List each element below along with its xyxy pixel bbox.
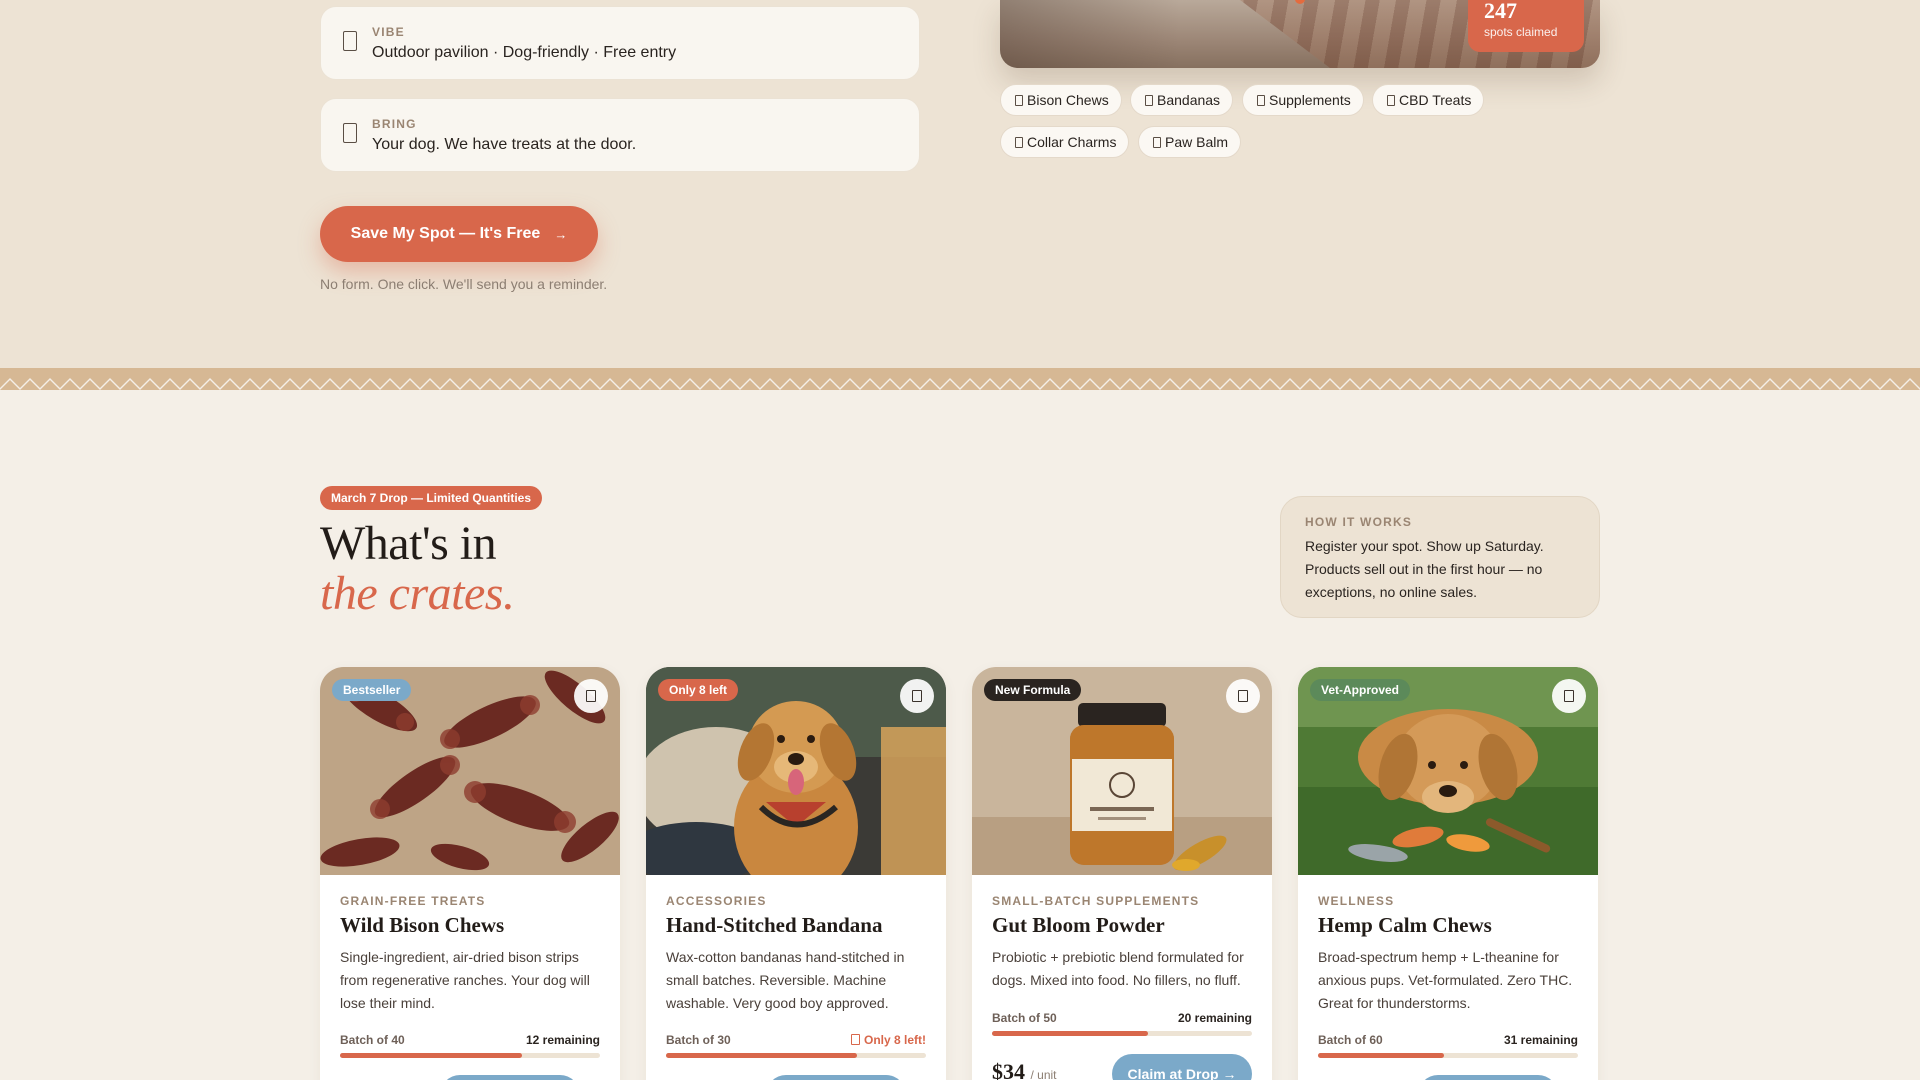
cta-note: No form. One click. We'll send you a rem… xyxy=(320,276,608,292)
batch-progress-bar xyxy=(992,1031,1252,1036)
product-name: Hemp Calm Chews xyxy=(1318,913,1492,937)
claim-button[interactable]: Claim at Drop → xyxy=(1112,1054,1252,1080)
chip-cbd-treats[interactable]: CBD Treats xyxy=(1372,84,1485,116)
spots-label: spots claimed xyxy=(1484,25,1558,39)
spots-claimed-badge: 247 spots claimed xyxy=(1468,0,1584,52)
document-icon xyxy=(343,123,357,143)
tag-icon xyxy=(1257,94,1265,106)
save-spot-button[interactable]: Save My Spot — It's Free → xyxy=(320,206,598,262)
how-text: Register your spot. Show up Saturday. Pr… xyxy=(1305,538,1544,600)
batch-size: Batch of 40 xyxy=(340,1033,405,1047)
chip-bandanas[interactable]: Bandanas xyxy=(1130,84,1234,116)
product-badge: New Formula xyxy=(984,679,1082,701)
price-amount: $34 xyxy=(992,1059,1025,1080)
save-spot-label: Save My Spot — It's Free xyxy=(350,225,541,242)
spots-count: 247 xyxy=(1484,0,1517,23)
how-it-works-card: HOW IT WORKS Register your spot. Show up… xyxy=(1280,496,1600,618)
product-image-hemp-calm: Vet-Approved xyxy=(1298,667,1598,875)
arrow-right-icon: → xyxy=(554,226,568,242)
product-description: Wax-cotton bandanas hand-stitched in sma… xyxy=(666,949,905,1011)
product-card-gut-bloom[interactable]: New Formula SMALL-BATCH SUPPLEMENTS Gut … xyxy=(972,667,1272,1080)
product-description: Broad-spectrum hemp + L-theanine for anx… xyxy=(1318,949,1573,1011)
batch-size: Batch of 60 xyxy=(1318,1033,1383,1047)
product-card-bandana[interactable]: Only 8 left ACCESSORIES Hand-Stitched Ba… xyxy=(646,667,946,1080)
product-card-hemp-calm[interactable]: Vet-Approved WELLNESS Hemp Calm Chews Br… xyxy=(1298,667,1598,1080)
product-badge: Bestseller xyxy=(332,679,412,701)
how-label: HOW IT WORKS xyxy=(1305,515,1413,529)
product-badge: Vet-Approved xyxy=(1310,679,1411,701)
claim-button[interactable] xyxy=(440,1075,580,1080)
product-description: Single-ingredient, air-dried bison strip… xyxy=(340,949,590,1011)
document-icon xyxy=(343,31,357,51)
batch-row: Batch of 50 20 remaining xyxy=(992,1011,1252,1025)
tag-icon xyxy=(1145,94,1153,106)
product-badge: Only 8 left xyxy=(658,679,739,701)
batch-progress-bar xyxy=(1318,1053,1578,1058)
vibe-value: Outdoor pavilion · Dog-friendly · Free e… xyxy=(372,44,677,61)
section-title: What's in xyxy=(320,517,497,570)
bookmark-button[interactable] xyxy=(900,679,934,713)
product-price: $34 / unit xyxy=(992,1059,1057,1080)
chip-bison-chews[interactable]: Bison Chews xyxy=(1000,84,1122,116)
product-category: GRAIN-FREE TREATS xyxy=(340,894,486,908)
batch-size: Batch of 50 xyxy=(992,1011,1057,1025)
batch-progress-fill xyxy=(1318,1053,1444,1058)
batch-remaining: Only 8 left! xyxy=(851,1033,926,1047)
drop-badge: March 7 Drop — Limited Quantities xyxy=(320,486,543,510)
bring-card: BRING Your dog. We have treats at the do… xyxy=(320,98,920,172)
product-name: Wild Bison Chews xyxy=(340,913,505,937)
product-description: Probiotic + prebiotic blend formulated f… xyxy=(992,949,1244,988)
batch-remaining: 20 remaining xyxy=(1177,1011,1252,1025)
bring-value: Your dog. We have treats at the door. xyxy=(372,136,637,153)
product-card-bison[interactable]: Bestseller GRAIN-FREE TREATS Wild Bison … xyxy=(320,667,620,1080)
event-section: VIBE Outdoor pavilion · Dog-friendly · F… xyxy=(0,0,1920,372)
product-name: Gut Bloom Powder xyxy=(992,913,1165,937)
bookmark-icon xyxy=(912,690,922,702)
bookmark-button[interactable] xyxy=(574,679,608,713)
batch-progress-bar xyxy=(340,1053,600,1058)
chip-supplements[interactable]: Supplements xyxy=(1242,84,1364,116)
bring-label: BRING xyxy=(372,117,417,131)
tag-icon xyxy=(1387,94,1395,106)
bookmark-icon xyxy=(1238,690,1248,702)
product-name: Hand-Stitched Bandana xyxy=(666,913,883,937)
tag-icon xyxy=(1015,94,1023,106)
bookmark-button[interactable] xyxy=(1552,679,1586,713)
batch-progress-fill xyxy=(340,1053,522,1058)
tag-icon xyxy=(1015,136,1023,148)
bookmark-icon xyxy=(586,690,596,702)
batch-remaining: 31 remaining xyxy=(1503,1033,1578,1047)
batch-progress-fill xyxy=(992,1031,1148,1036)
batch-row: Batch of 60 31 remaining xyxy=(1318,1033,1578,1047)
batch-size: Batch of 30 xyxy=(666,1033,731,1047)
batch-remaining: 12 remaining xyxy=(525,1033,600,1047)
tag-icon xyxy=(1153,136,1161,148)
price-unit: / unit xyxy=(1030,1068,1057,1080)
batch-row: Batch of 30 Only 8 left! xyxy=(666,1033,926,1047)
vibe-label: VIBE xyxy=(372,25,405,39)
zigzag-divider xyxy=(0,368,1920,390)
batch-progress-fill xyxy=(666,1053,857,1058)
product-image-bison-chews: Bestseller xyxy=(320,667,620,875)
bookmark-icon xyxy=(1564,690,1574,702)
claim-button[interactable] xyxy=(766,1075,906,1080)
product-category: WELLNESS xyxy=(1318,894,1395,908)
product-image-bandana: Only 8 left xyxy=(646,667,946,875)
claim-button[interactable] xyxy=(1418,1075,1558,1080)
vibe-card: VIBE Outdoor pavilion · Dog-friendly · F… xyxy=(320,6,920,80)
chip-collar-charms[interactable]: Collar Charms xyxy=(1000,126,1130,158)
product-category: ACCESSORIES xyxy=(666,894,767,908)
bookmark-button[interactable] xyxy=(1226,679,1260,713)
batch-row: Batch of 40 12 remaining xyxy=(340,1033,600,1047)
product-category: SMALL-BATCH SUPPLEMENTS xyxy=(992,894,1200,908)
batch-progress-bar xyxy=(666,1053,926,1058)
section-title-accent: the crates. xyxy=(320,567,515,620)
product-image-gut-bloom: New Formula xyxy=(972,667,1272,875)
chip-paw-balm[interactable]: Paw Balm xyxy=(1138,126,1242,158)
